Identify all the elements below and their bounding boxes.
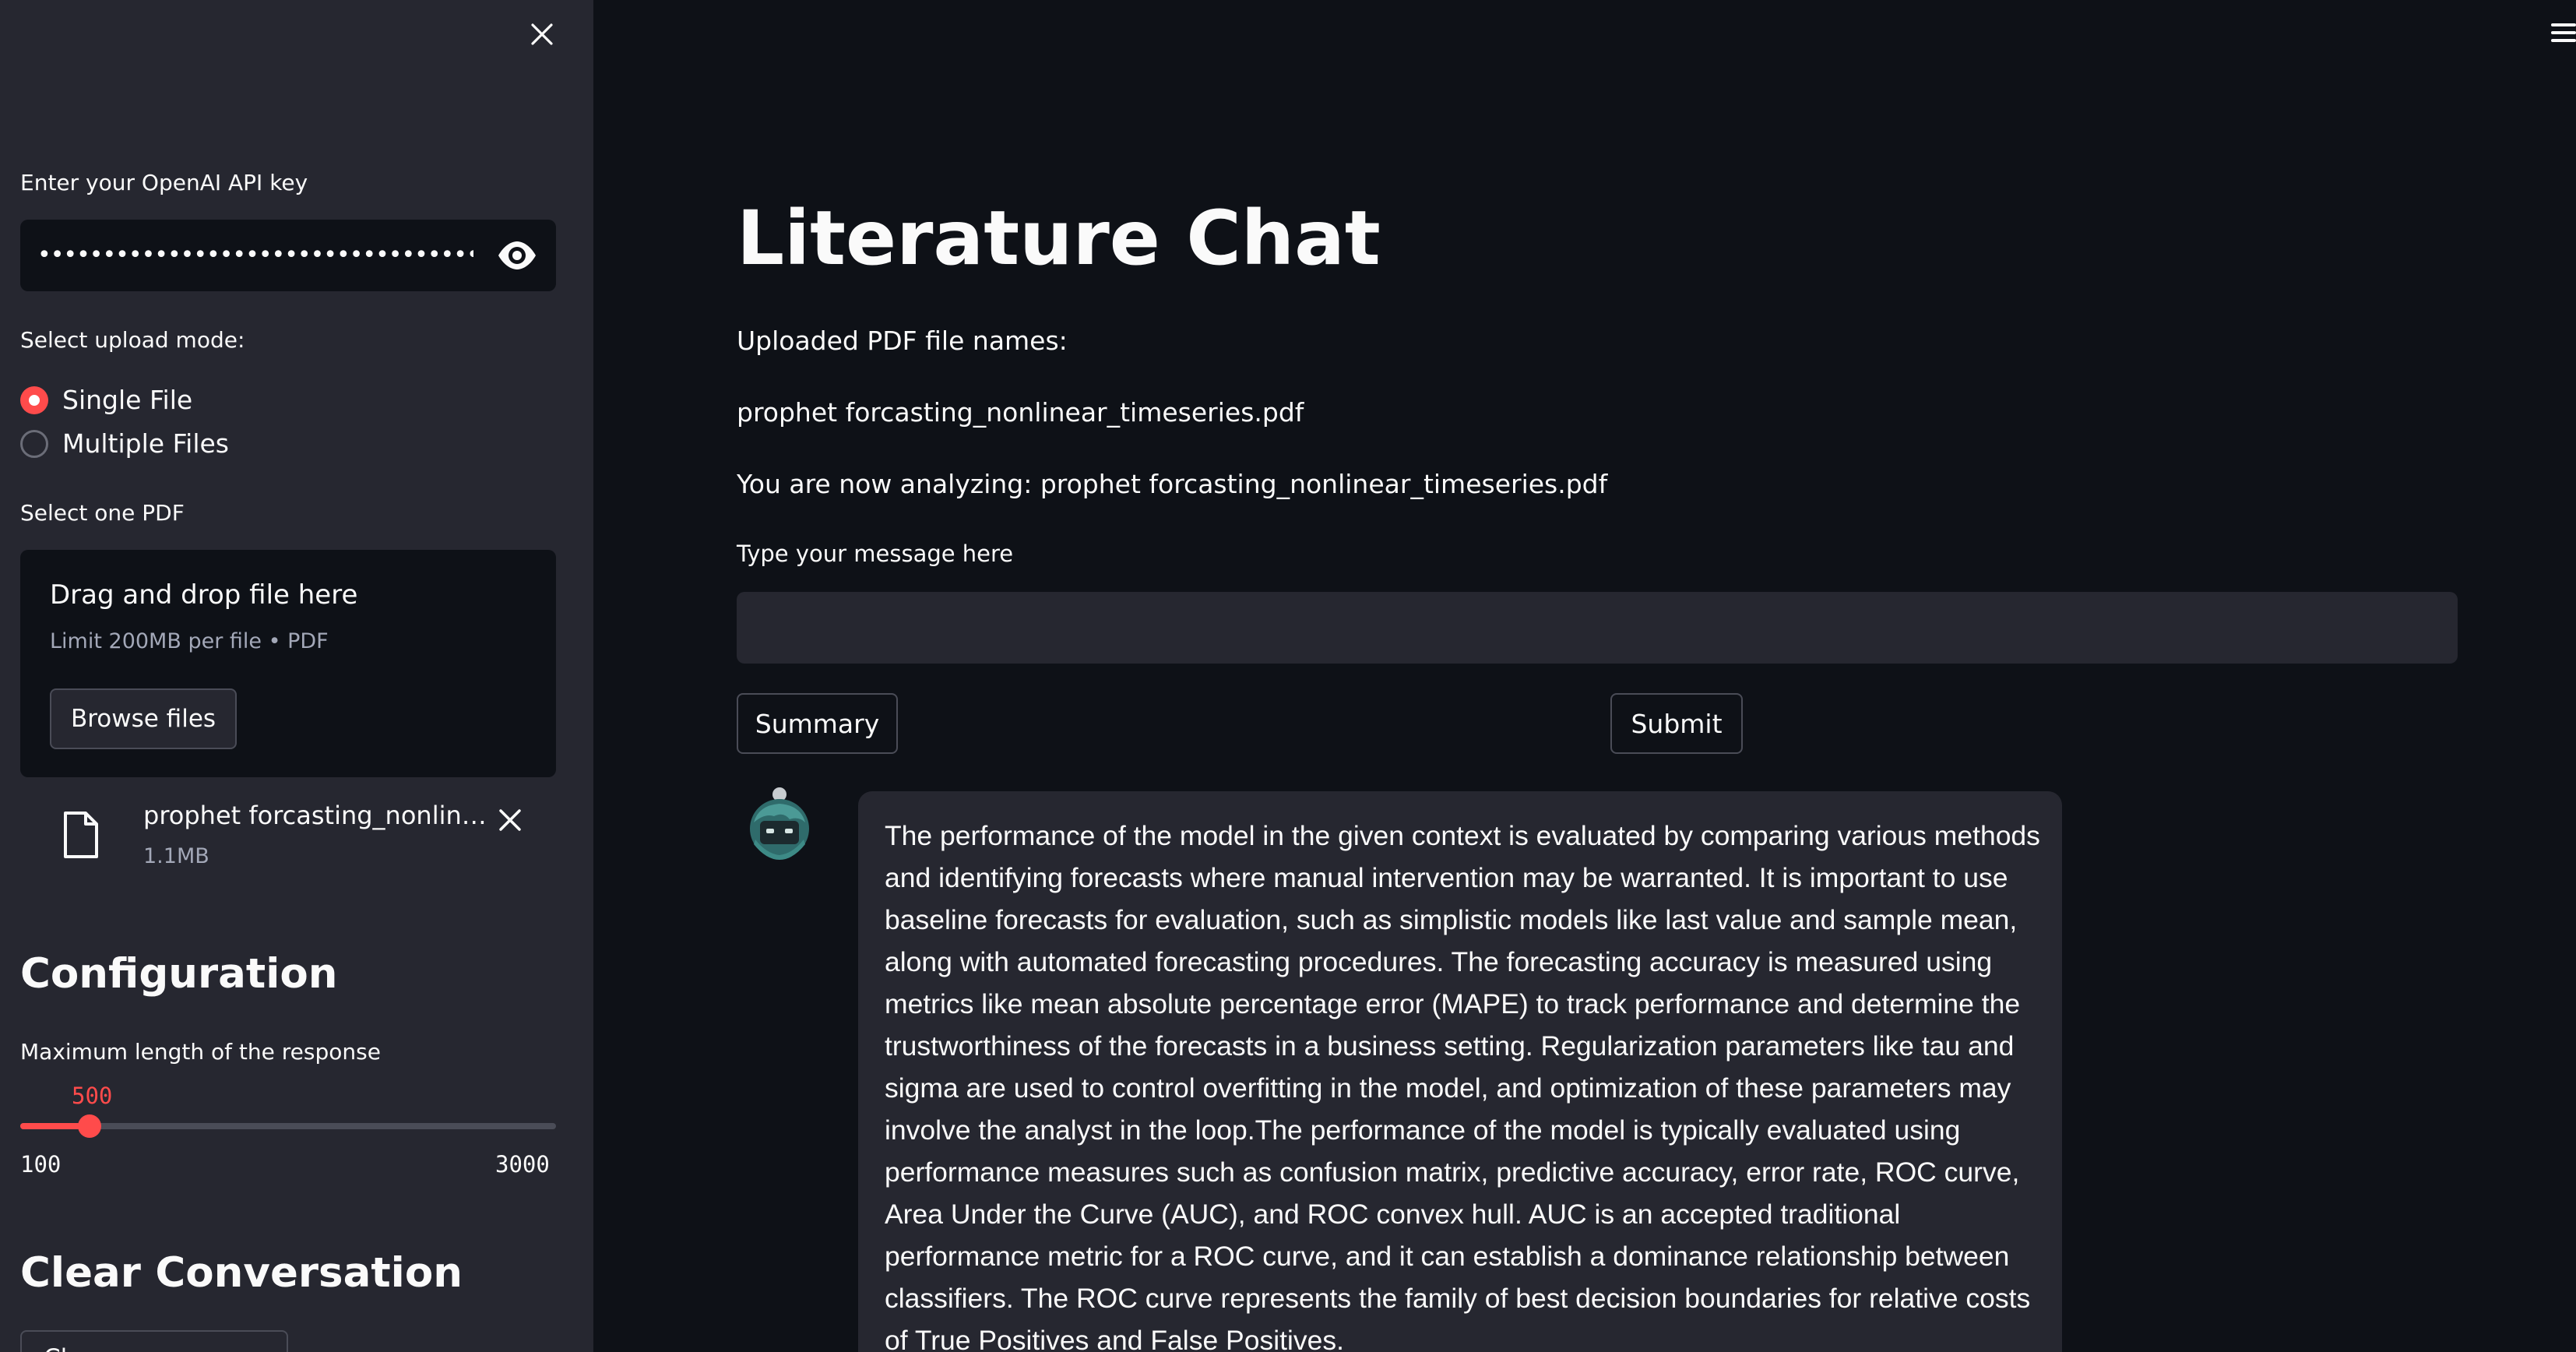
browse-files-button[interactable]: Browse files: [50, 688, 237, 749]
remove-file-button[interactable]: [492, 802, 528, 838]
slider-min-label: 100: [20, 1151, 62, 1178]
slider-value: 500: [72, 1083, 113, 1109]
assistant-message: The performance of the model in the give…: [858, 791, 2062, 1352]
file-dropzone[interactable]: Drag and drop file here Limit 200MB per …: [20, 550, 556, 777]
submit-button[interactable]: Submit: [1610, 693, 1743, 754]
sidebar: Enter your OpenAI API key ••••••••••••••…: [0, 0, 593, 1352]
api-key-label: Enter your OpenAI API key: [20, 170, 308, 195]
radio-selected-indicator: [20, 386, 48, 414]
upload-mode-label: Select upload mode:: [20, 327, 245, 353]
slider-max-label: 3000: [495, 1151, 550, 1178]
radio-label: Multiple Files: [62, 428, 229, 459]
configuration-heading: Configuration: [20, 950, 338, 998]
summary-button[interactable]: Summary: [737, 693, 898, 754]
hamburger-menu-icon[interactable]: [2546, 20, 2576, 45]
close-icon: [499, 809, 521, 831]
show-password-button[interactable]: [495, 238, 539, 273]
message-input[interactable]: [737, 592, 2458, 664]
radio-unselected-indicator: [20, 429, 48, 458]
api-key-value: ••••••••••••••••••••••••••••••••••••••••…: [37, 241, 473, 269]
eye-icon: [498, 241, 536, 269]
clear-conversation-button[interactable]: Clear Conversation: [20, 1330, 288, 1352]
clear-conversation-heading: Clear Conversation: [20, 1249, 463, 1297]
dropzone-limit: Limit 200MB per file • PDF: [50, 629, 329, 653]
uploaded-file-size: 1.1MB: [143, 844, 209, 868]
close-icon: [531, 23, 553, 45]
dropzone-title: Drag and drop file here: [50, 579, 358, 611]
analyzing-text: You are now analyzing: prophet forcastin…: [737, 469, 1608, 499]
app: Enter your OpenAI API key ••••••••••••••…: [0, 0, 2576, 1352]
close-sidebar-button[interactable]: [522, 14, 562, 55]
robot-avatar-icon: [750, 787, 809, 860]
page-title: Literature Chat: [737, 195, 1381, 282]
radio-label: Single File: [62, 385, 193, 415]
api-key-input[interactable]: ••••••••••••••••••••••••••••••••••••••••…: [20, 220, 556, 291]
radio-multiple-files[interactable]: Multiple Files: [20, 428, 229, 459]
uploaded-names-label: Uploaded PDF file names:: [737, 326, 1068, 356]
uploaded-file-name-text: prophet forcasting_nonlinear_timeseries.…: [737, 397, 1304, 428]
assistant-message-text: The performance of the model in the give…: [885, 820, 2040, 1352]
slider-thumb[interactable]: [78, 1114, 101, 1138]
select-pdf-label: Select one PDF: [20, 500, 185, 526]
max-length-label: Maximum length of the response: [20, 1039, 381, 1065]
radio-single-file[interactable]: Single File: [20, 385, 192, 415]
file-icon: [64, 812, 98, 858]
message-input-label: Type your message here: [737, 540, 1014, 567]
uploaded-file-name: prophet forcasting_nonlinear_timeseries.…: [143, 801, 494, 830]
